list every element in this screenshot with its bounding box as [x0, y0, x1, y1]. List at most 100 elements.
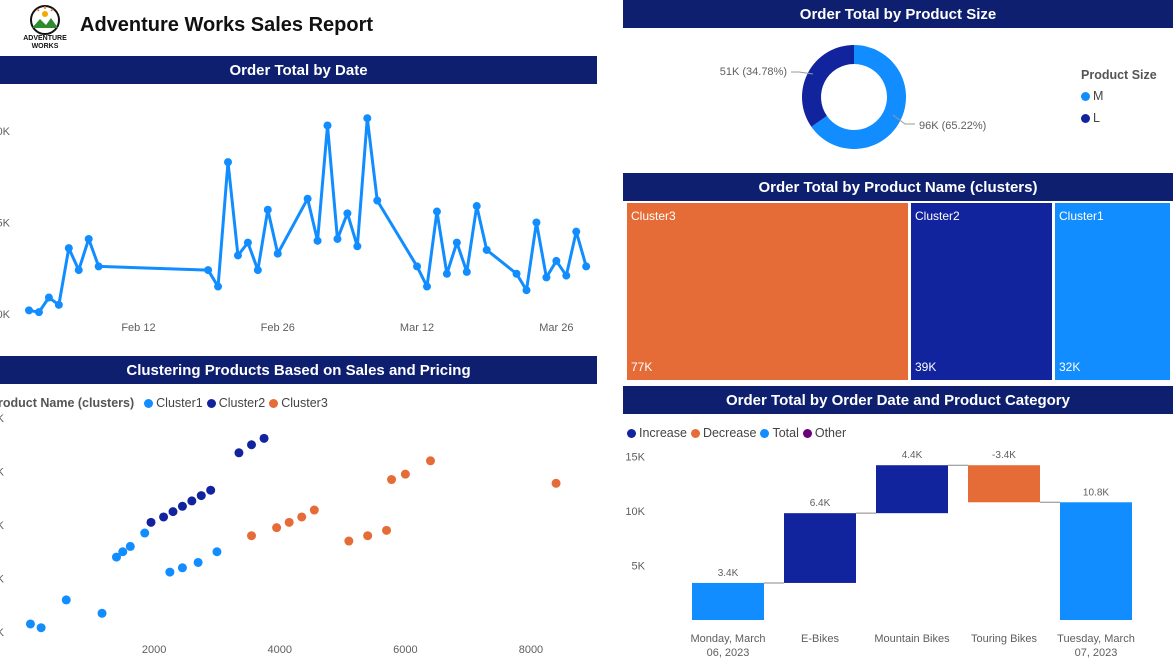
- waterfall-bar-label: -3.4K: [992, 450, 1016, 461]
- scatter-x-tick-label: 8000: [519, 644, 543, 656]
- date-x-tick-label: Mar 12: [400, 322, 434, 334]
- cluster-treemap-header: Order Total by Product Name (clusters): [623, 173, 1173, 201]
- date-data-point: [74, 266, 83, 275]
- date-data-point: [303, 194, 312, 203]
- waterfall-chart[interactable]: 5K 10K 15K 3.4K Monday, March 06, 2023 6.4K E-B…: [623, 446, 1173, 660]
- waterfall-category-label: Monday, March: [691, 633, 766, 645]
- waterfall-category-label: E-Bikes: [801, 633, 839, 645]
- waterfall-category-label: 07, 2023: [1075, 647, 1118, 659]
- date-data-point: [333, 234, 342, 243]
- date-data-point: [263, 205, 272, 214]
- scatter-chart[interactable]: K K K K K 2000 4000 6000 8000: [0, 412, 597, 660]
- date-data-point: [64, 244, 73, 253]
- scatter-chart-header: Clustering Products Based on Sales and P…: [0, 356, 597, 384]
- size-slice-label-m: 96K (65.22%): [919, 120, 986, 132]
- scatter-point-cluster3: [400, 469, 410, 479]
- waterfall-bar: [876, 465, 948, 514]
- date-data-point: [462, 267, 471, 276]
- legend-marker-icon: [1081, 113, 1090, 123]
- treemap-cell-value: 39K: [915, 360, 937, 374]
- waterfall-category-label: Touring Bikes: [971, 633, 1038, 645]
- scatter-x-tick-label: 2000: [142, 644, 166, 656]
- scatter-y-tick-label: K: [0, 627, 5, 639]
- waterfall-legend-other[interactable]: Other: [815, 426, 846, 440]
- waterfall-category-label: Tuesday, March: [1057, 633, 1135, 645]
- scatter-point-cluster2: [168, 507, 178, 517]
- scatter-point-cluster2: [234, 448, 244, 458]
- date-data-point: [94, 262, 103, 271]
- date-data-point: [44, 293, 53, 302]
- waterfall-legend: Increase Decrease Total Other: [627, 426, 846, 440]
- date-data-point: [214, 282, 223, 291]
- scatter-point-cluster3: [551, 478, 561, 488]
- scatter-legend-cluster1[interactable]: Cluster1: [156, 396, 203, 410]
- date-data-point: [273, 249, 282, 258]
- date-data-point: [54, 300, 63, 309]
- legend-marker-icon: [1081, 91, 1090, 101]
- waterfall-chart-header: Order Total by Order Date and Product Ca…: [623, 386, 1173, 414]
- scatter-point-cluster3: [344, 536, 354, 546]
- scatter-point-cluster3: [247, 531, 256, 541]
- size-legend-label-m: M: [1093, 89, 1104, 103]
- scatter-point-cluster3: [272, 523, 282, 533]
- waterfall-bar: [692, 582, 764, 620]
- report-title: Adventure Works Sales Report: [80, 14, 374, 36]
- date-data-point: [253, 266, 262, 275]
- scatter-point-cluster1: [61, 595, 71, 605]
- date-data-point: [482, 245, 491, 254]
- scatter-point-cluster3: [387, 475, 397, 485]
- waterfall-bar: [784, 513, 856, 583]
- scatter-legend-title: roduct Name (clusters): [0, 396, 135, 410]
- waterfall-y-tick-label: 15K: [625, 452, 645, 464]
- size-donut-chart[interactable]: 96K (65.22%) 51K (34.78%): [623, 30, 1063, 166]
- treemap-cell-name: Cluster2: [915, 209, 960, 223]
- date-data-point: [452, 238, 461, 247]
- date-data-point: [522, 286, 531, 295]
- waterfall-bar-label: 4.4K: [902, 450, 923, 461]
- scatter-point-cluster1: [140, 528, 150, 538]
- treemap-cell-cluster1[interactable]: Cluster1 32K: [1055, 203, 1170, 380]
- scatter-legend: roduct Name (clusters) Cluster1 Cluster2…: [0, 396, 328, 410]
- date-y-tick-label: 10K: [0, 126, 11, 138]
- waterfall-category-label: Mountain Bikes: [874, 633, 950, 645]
- treemap-cell-cluster3[interactable]: Cluster3 77K: [627, 203, 908, 380]
- waterfall-legend-increase[interactable]: Increase: [639, 426, 687, 440]
- scatter-point-cluster3: [382, 525, 392, 535]
- legend-marker-icon: [144, 398, 154, 408]
- date-data-point: [313, 236, 322, 245]
- date-data-point: [25, 306, 33, 315]
- waterfall-legend-total[interactable]: Total: [772, 426, 798, 440]
- waterfall-y-tick-label: 10K: [625, 506, 645, 518]
- date-data-point: [423, 282, 431, 291]
- size-legend-title: Product Size: [1081, 68, 1157, 82]
- scatter-legend-cluster3[interactable]: Cluster3: [281, 396, 328, 410]
- treemap-cell-cluster2[interactable]: Cluster2 39K: [911, 203, 1052, 380]
- date-data-point: [532, 218, 541, 227]
- treemap-cell-value: 77K: [631, 360, 653, 374]
- date-line-chart[interactable]: 0K 5K 10K Feb 12 Feb 26 Mar 12 Mar 26: [0, 86, 597, 340]
- scatter-legend-cluster2[interactable]: Cluster2: [219, 396, 266, 410]
- legend-marker-icon: [802, 428, 812, 438]
- waterfall-bar-label: 6.4K: [810, 498, 831, 509]
- size-slice-l: [802, 44, 854, 127]
- date-data-point: [84, 234, 93, 243]
- waterfall-bar-label: 10.8K: [1083, 487, 1109, 498]
- scatter-point-cluster1: [97, 608, 107, 618]
- treemap-cell-name: Cluster1: [1059, 209, 1104, 223]
- size-slice-label-l: 51K (34.78%): [720, 66, 787, 78]
- scatter-y-tick-label: K: [0, 413, 5, 425]
- size-legend-item-l[interactable]: L: [1081, 110, 1157, 126]
- waterfall-legend-decrease[interactable]: Decrease: [703, 426, 757, 440]
- size-legend-item-m[interactable]: M: [1081, 88, 1157, 104]
- scatter-y-tick-label: K: [0, 574, 5, 586]
- date-chart-header: Order Total by Date: [0, 56, 597, 84]
- date-data-point: [512, 269, 521, 278]
- date-data-point: [582, 262, 591, 271]
- scatter-point-cluster1: [25, 619, 35, 629]
- scatter-point-cluster1: [212, 547, 222, 557]
- date-y-tick-label: 5K: [0, 218, 11, 230]
- date-data-point: [353, 242, 362, 251]
- treemap-cell-value: 32K: [1059, 360, 1081, 374]
- legend-marker-icon: [269, 398, 279, 408]
- date-data-point: [542, 273, 551, 282]
